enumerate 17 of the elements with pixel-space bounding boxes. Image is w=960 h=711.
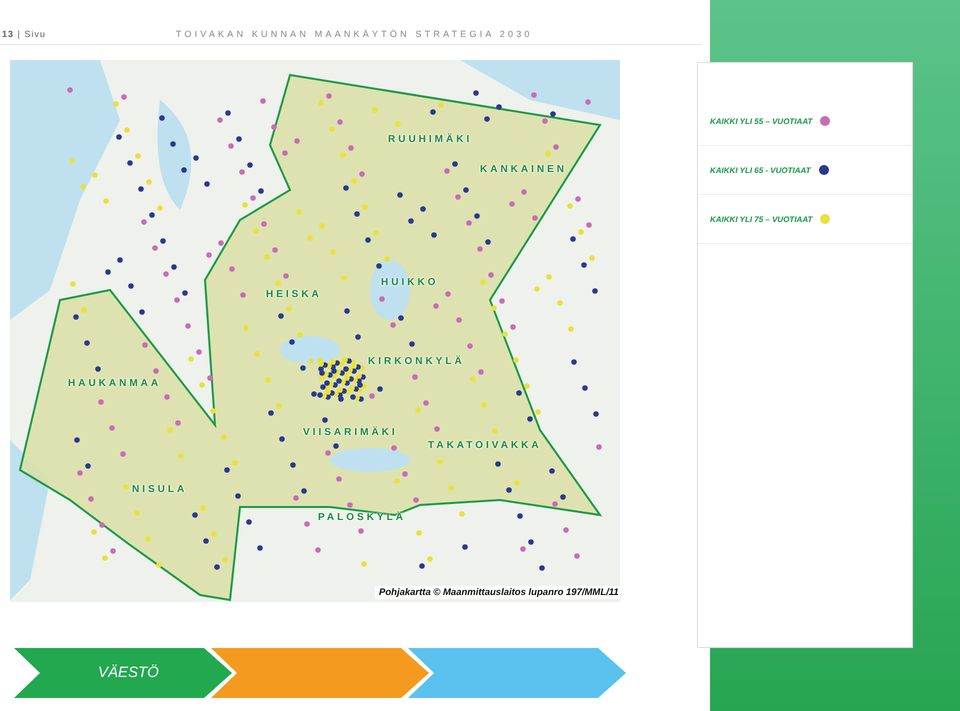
- place-label: HEISKA: [266, 289, 322, 300]
- document-title: TOIVAKAN KUNNAN MAANKÄYTÖN STRATEGIA 2030: [176, 29, 533, 39]
- map-caption: Pohjakartta © Maanmittauslaitos lupanro 197/MML/11: [375, 586, 623, 599]
- place-label: NISULA: [132, 484, 188, 495]
- place-label: KANKAINEN: [480, 164, 567, 175]
- place-label: RUUHIMÄKI: [388, 134, 472, 145]
- place-label: PALOSKYLÄ: [318, 512, 406, 523]
- legend-label: KAIKKI YLI 65 - VUOTIAAT: [710, 166, 811, 174]
- place-label: KIRKONKYLÄ: [368, 356, 465, 367]
- place-label: HAUKANMAA: [68, 378, 162, 389]
- legend-label: KAIKKI YLI 75 – VUOTIAAT: [710, 214, 812, 224]
- page-number: 13 | Sivu: [2, 29, 46, 39]
- place-label: TAKATOIVAKKA: [428, 440, 542, 451]
- place-label: HUIKKO: [381, 277, 438, 288]
- place-label: VIISARIMÄKI: [303, 427, 398, 438]
- legend-label: KAIKKI YLI 55 – VUOTIAAT: [710, 116, 812, 126]
- step-label: VÄESTÖ: [98, 664, 159, 681]
